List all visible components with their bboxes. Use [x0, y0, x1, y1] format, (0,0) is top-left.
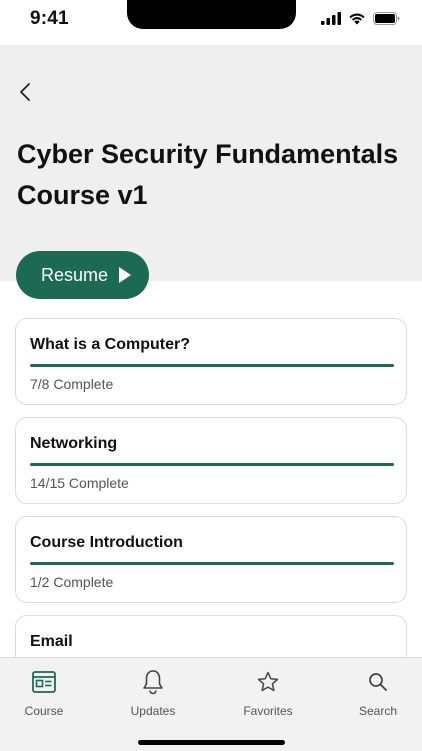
battery-icon	[373, 12, 400, 25]
module-progress-bar	[30, 364, 394, 367]
tab-label: Updates	[130, 704, 176, 718]
search-icon	[369, 673, 387, 691]
play-icon	[119, 267, 132, 283]
tab-updates[interactable]: Updates	[113, 668, 193, 718]
course-icon	[32, 671, 56, 693]
star-icon	[257, 671, 279, 692]
back-button[interactable]	[14, 80, 36, 104]
tab-favorites[interactable]: Favorites	[228, 668, 308, 718]
resume-button[interactable]: Resume	[16, 251, 149, 299]
tab-label: Search	[358, 704, 398, 718]
module-progress-fill	[30, 562, 394, 565]
home-indicator	[138, 740, 285, 745]
module-title: Course Introduction	[30, 534, 183, 551]
module-card[interactable]: What is a Computer? 7/8 Complete	[15, 318, 407, 405]
bell-icon	[143, 670, 163, 695]
chevron-left-icon	[20, 83, 30, 101]
module-title: Email	[30, 633, 73, 650]
module-progress-fill	[30, 364, 394, 367]
tab-label: Favorites	[243, 704, 293, 718]
status-icons	[321, 12, 400, 25]
tab-label: Course	[24, 704, 64, 718]
module-title: What is a Computer?	[30, 336, 191, 353]
tab-course[interactable]: Course	[4, 668, 84, 718]
module-title: Networking	[30, 435, 118, 452]
module-card[interactable]: Course Introduction 1/2 Complete	[15, 516, 407, 603]
status-bar: 9:41	[0, 0, 422, 45]
module-progress-fill	[30, 463, 394, 466]
module-progress-bar	[30, 463, 394, 466]
tab-search[interactable]: Search	[338, 668, 418, 718]
device-notch	[127, 0, 296, 29]
wifi-icon	[349, 13, 365, 25]
module-card[interactable]: Networking 14/15 Complete	[15, 417, 407, 504]
status-time: 9:41	[30, 8, 69, 29]
module-progress-text: 1/2 Complete	[30, 574, 114, 590]
cellular-signal-icon	[321, 12, 341, 25]
page-title: Cyber Security Fundamentals Course v1	[17, 139, 399, 210]
module-progress-text: 7/8 Complete	[30, 376, 114, 392]
module-progress-bar	[30, 562, 394, 565]
tab-bar: Course Updates Favorites Search	[0, 657, 422, 751]
module-progress-text: 14/15 Complete	[30, 475, 129, 491]
resume-label: Resume	[41, 264, 109, 285]
